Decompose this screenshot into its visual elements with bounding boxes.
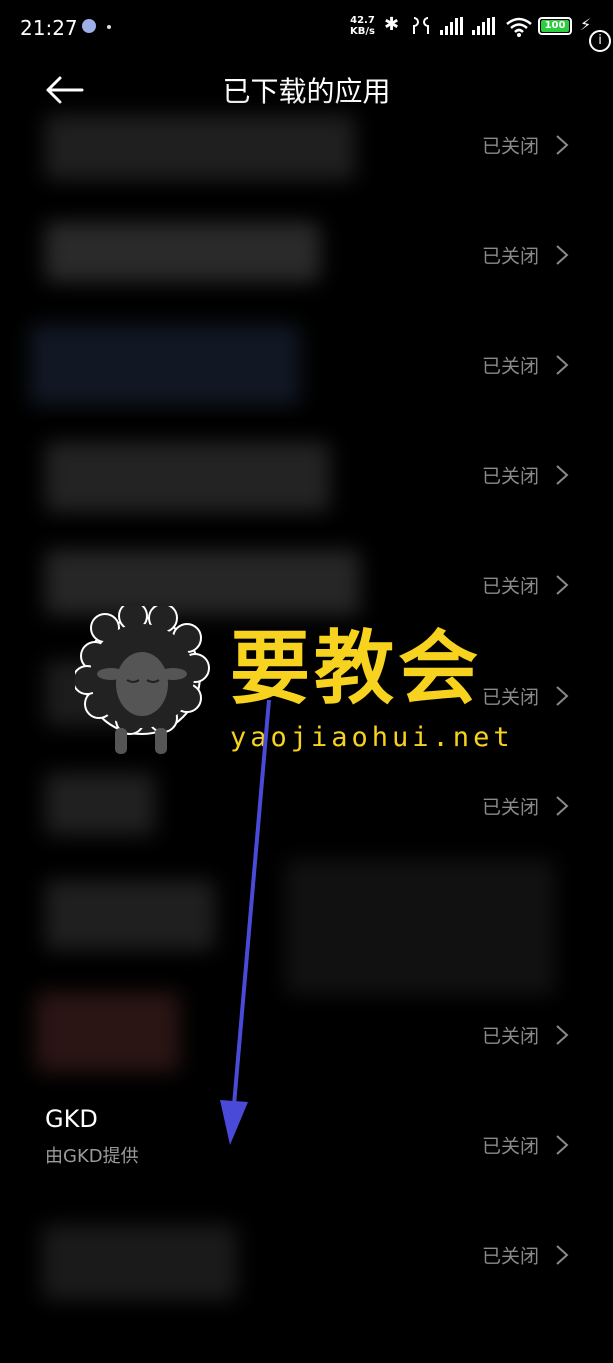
blurred-app-info xyxy=(45,115,355,180)
chevron-right-icon xyxy=(556,796,569,816)
app-status: 已关闭 xyxy=(481,796,539,819)
app-status: 已关闭 xyxy=(481,135,539,158)
app-status: 已关闭 xyxy=(481,686,539,709)
app-status: 已关闭 xyxy=(481,245,539,268)
battery-icon: 100 xyxy=(538,17,572,35)
app-status: 已关闭 xyxy=(481,575,539,598)
blurred-app-info xyxy=(35,992,180,1072)
blurred-app-info xyxy=(30,325,300,405)
blurred-overlay xyxy=(285,860,555,995)
blurred-app-info xyxy=(45,880,215,950)
app-row-2[interactable]: 已关闭 xyxy=(0,200,613,310)
charging-icon: ⚡ xyxy=(580,15,592,34)
chevron-right-icon xyxy=(556,465,569,485)
network-speed: 42.7 KB/s xyxy=(350,15,375,37)
app-status: 已关闭 xyxy=(481,1025,539,1048)
app-row-gkd[interactable]: GKD 由GKD提供 已关闭 xyxy=(0,1090,613,1200)
app-status: 已关闭 xyxy=(481,465,539,488)
chevron-right-icon xyxy=(556,1245,569,1265)
earbuds-icon xyxy=(413,17,429,34)
blurred-app-info xyxy=(45,442,330,512)
wifi-icon xyxy=(506,17,532,37)
bluetooth-icon: ✱ xyxy=(384,14,400,35)
app-row-11[interactable]: 已关闭 xyxy=(0,1200,613,1310)
status-time: 21:27 xyxy=(20,16,78,40)
net-speed-unit: KB/s xyxy=(350,26,375,37)
app-row-4[interactable]: 已关闭 xyxy=(0,420,613,530)
app-status: 已关闭 xyxy=(481,1135,539,1158)
chevron-right-icon xyxy=(556,245,569,265)
app-row-7[interactable]: 已关闭 xyxy=(0,751,613,861)
app-provider: 由GKD提供 xyxy=(45,1146,139,1167)
app-row-8[interactable] xyxy=(0,860,613,995)
info-icon[interactable]: i xyxy=(589,30,611,52)
net-speed-value: 42.7 xyxy=(350,15,375,26)
app-row-3[interactable]: 已关闭 xyxy=(0,310,613,420)
battery-level: 100 xyxy=(541,20,569,32)
blurred-app-info xyxy=(42,1225,237,1300)
chevron-right-icon xyxy=(556,1025,569,1045)
app-status: 已关闭 xyxy=(481,355,539,378)
chevron-right-icon xyxy=(556,575,569,595)
app-row-9[interactable]: 已关闭 xyxy=(0,980,613,1090)
chevron-right-icon xyxy=(556,1135,569,1155)
app-name: GKD xyxy=(45,1105,98,1133)
watermark-text: 要教会 xyxy=(230,621,482,715)
status-bar: 21:27 42.7 KB/s ✱ 100 ⚡ i xyxy=(0,0,613,56)
watermark-url: yaojiaohui.net xyxy=(230,722,514,753)
sheep-logo-icon xyxy=(75,606,210,754)
chevron-right-icon xyxy=(556,355,569,375)
signal-icon xyxy=(438,17,464,35)
blurred-app-info xyxy=(45,222,320,282)
notification-icon xyxy=(82,19,96,33)
app-row-1[interactable]: 已关闭 xyxy=(0,90,613,200)
signal-icon-2 xyxy=(470,17,496,35)
more-notifications-dot xyxy=(107,25,111,29)
blurred-app-info xyxy=(45,773,155,835)
app-status: 已关闭 xyxy=(481,1245,539,1268)
chevron-right-icon xyxy=(556,686,569,706)
chevron-right-icon xyxy=(556,135,569,155)
